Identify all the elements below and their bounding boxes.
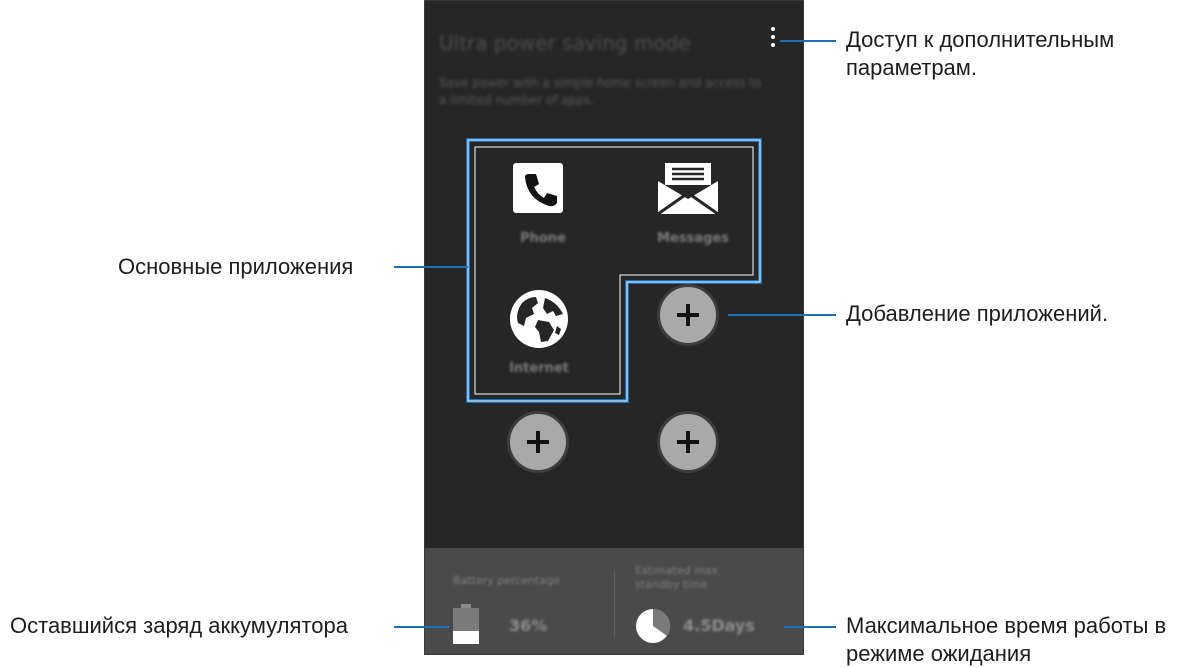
callout-line-main-apps — [394, 266, 468, 268]
callout-line-add-apps — [728, 314, 836, 316]
callout-add-apps: Добавление приложений. — [846, 301, 1109, 326]
main-apps-highlight — [466, 138, 762, 403]
ultra-power-saving-screen: Ultra power saving mode Save power with … — [424, 0, 804, 655]
callout-battery-left: Оставшийся заряд аккумулятора — [10, 613, 348, 638]
callout-main-apps: Основные приложения — [118, 254, 354, 279]
callout-max-standby: Максимальное время работы в режиме ожида… — [846, 613, 1167, 666]
callout-line-battery — [394, 626, 450, 628]
callout-line-standby — [784, 626, 836, 628]
callout-more-options: Доступ к дополнительным параметрам. — [846, 27, 1115, 80]
callout-line-more — [780, 40, 836, 42]
